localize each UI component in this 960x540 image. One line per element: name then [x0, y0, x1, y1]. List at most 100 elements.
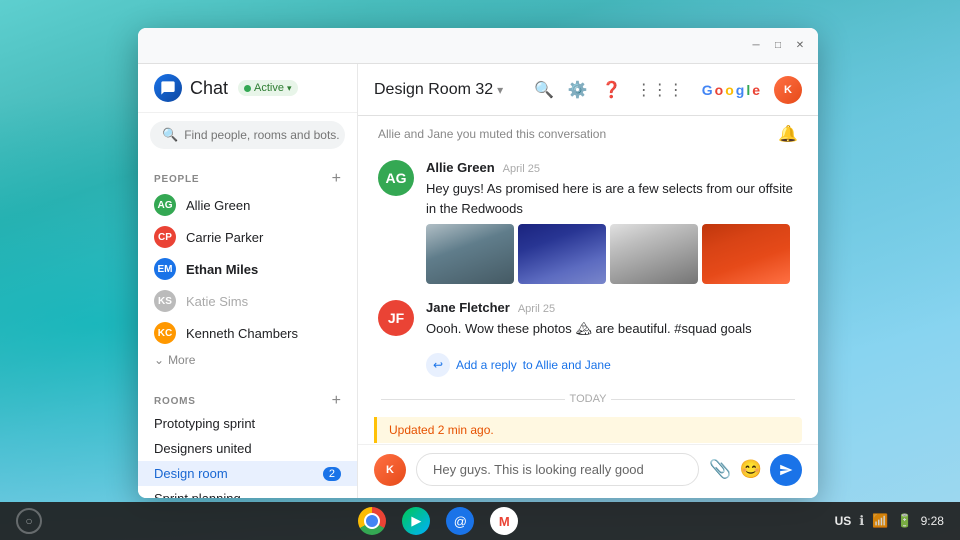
email-icon[interactable]: @	[446, 507, 474, 535]
avatar: JF	[378, 300, 414, 336]
updated-banner: Updated 2 min ago.	[374, 417, 802, 443]
photo-thumb[interactable]	[610, 224, 698, 284]
day-divider: TODAY	[358, 385, 818, 413]
person-name: Ethan Miles	[186, 262, 258, 277]
app-body: Chat Active ▾ 🔍 PEOPLE + AG	[138, 64, 818, 498]
maximize-button[interactable]: □	[772, 40, 784, 52]
input-icons: 📎 😊	[709, 454, 802, 486]
header-icons: 🔍 ⚙️ ❓ ⋮⋮⋮ Google K	[534, 76, 802, 104]
add-person-button[interactable]: +	[332, 171, 341, 187]
gmail-icon[interactable]: M	[490, 507, 518, 535]
search-icon[interactable]: 🔍	[534, 80, 554, 100]
play-store-icon[interactable]: ▶	[402, 507, 430, 535]
emoji-icon[interactable]: 😊	[740, 459, 762, 480]
message-content: Allie Green April 25 Hey guys! As promis…	[426, 160, 798, 284]
chrome-icon[interactable]	[358, 507, 386, 535]
message-header: Jane Fletcher April 25	[426, 300, 798, 315]
person-name: Katie Sims	[186, 294, 248, 309]
minimize-button[interactable]: ─	[750, 40, 762, 52]
window-controls: ─ □ ✕	[750, 40, 806, 52]
avatar: KC	[154, 322, 176, 344]
clock: 9:28	[921, 514, 944, 528]
people-section-header: PEOPLE +	[138, 165, 357, 189]
send-button[interactable]	[770, 454, 802, 486]
grid-icon[interactable]: ⋮⋮⋮	[636, 80, 684, 100]
unread-badge: 2	[323, 467, 341, 481]
message-header: Allie Green April 25	[426, 160, 798, 175]
active-label: Active	[254, 82, 284, 94]
info-icon: ℹ	[859, 513, 864, 529]
room-name: Designers united	[154, 441, 252, 456]
sidebar-item-designers[interactable]: Designers united	[138, 436, 357, 461]
title-bar: ─ □ ✕	[138, 28, 818, 64]
chevron-down-icon: ⌄	[154, 353, 164, 367]
sidebar-item-katie[interactable]: KS Katie Sims	[138, 285, 357, 317]
message-group-jane: JF Jane Fletcher April 25 Oooh. Wow thes…	[358, 292, 818, 347]
people-label: PEOPLE	[154, 174, 199, 185]
sidebar-item-allie[interactable]: AG Allie Green	[138, 189, 357, 221]
taskbar-left: ○	[16, 508, 42, 534]
launcher-button[interactable]: ○	[16, 508, 42, 534]
user-avatar[interactable]: K	[774, 76, 802, 104]
people-section: PEOPLE + AG Allie Green CP Carrie Parker…	[138, 157, 357, 379]
message-group-allie: AG Allie Green April 25 Hey guys! As pro…	[358, 152, 818, 292]
taskbar: ○ ▶ @ M US ℹ 📶 🔋 9:28	[0, 502, 960, 540]
app-window: ─ □ ✕ Chat Active ▾	[138, 28, 818, 498]
reply-label: Add a reply	[456, 358, 517, 372]
reply-to: to Allie and Jane	[523, 358, 611, 372]
muted-notice: Allie and Jane you muted this conversati…	[358, 116, 818, 152]
taskbar-center: ▶ @ M	[358, 507, 518, 535]
country-code: US	[835, 514, 852, 528]
app-title: Chat	[190, 78, 228, 99]
add-room-button[interactable]: +	[332, 393, 341, 409]
settings-icon[interactable]: ⚙️	[568, 80, 588, 100]
input-user-avatar: K	[374, 454, 406, 486]
avatar: KS	[154, 290, 176, 312]
chat-logo	[154, 74, 182, 102]
sidebar-item-prototyping[interactable]: Prototyping sprint	[138, 411, 357, 436]
reply-icon: ↩	[426, 353, 450, 377]
room-name: Sprint planning	[154, 491, 241, 498]
room-title: Design Room 32 ▾	[374, 81, 503, 99]
avatar: CP	[154, 226, 176, 248]
message-text: Oooh. Wow these photos 🏔 are beautiful. …	[426, 319, 798, 339]
sidebar-item-design-room[interactable]: Design room 2	[138, 461, 357, 486]
person-name: Carrie Parker	[186, 230, 263, 245]
active-status: Active ▾	[238, 80, 298, 96]
help-icon[interactable]: ❓	[602, 80, 622, 100]
rooms-section-header: ROOMS +	[138, 387, 357, 411]
search-input[interactable]	[184, 128, 339, 142]
message-input[interactable]	[416, 453, 699, 486]
google-logo: Google	[702, 82, 760, 98]
active-dot	[244, 85, 251, 92]
sidebar-header: Chat Active ▾	[138, 64, 357, 113]
photo-thumb[interactable]	[702, 224, 790, 284]
sidebar-item-ethan[interactable]: EM Ethan Miles	[138, 253, 357, 285]
battery-icon: 🔋	[896, 513, 912, 529]
chevron-down-icon: ▾	[287, 83, 292, 94]
photo-grid	[426, 224, 798, 284]
reply-area: ↩ Add a reply to Allie and Jane	[358, 353, 818, 385]
taskbar-right: US ℹ 📶 🔋 9:28	[835, 513, 944, 529]
sidebar-item-carrie[interactable]: CP Carrie Parker	[138, 221, 357, 253]
chevron-down-icon[interactable]: ▾	[497, 83, 503, 97]
avatar: AG	[378, 160, 414, 196]
chat-header: Design Room 32 ▾ 🔍 ⚙️ ❓ ⋮⋮⋮ Google K	[358, 64, 818, 116]
room-name: Design room	[154, 466, 228, 481]
sidebar-item-sprint[interactable]: Sprint planning	[138, 486, 357, 498]
photo-thumb[interactable]	[426, 224, 514, 284]
input-area: K 📎 😊	[358, 444, 818, 498]
rooms-section: ROOMS + Prototyping sprint Designers uni…	[138, 379, 357, 498]
sidebar: Chat Active ▾ 🔍 PEOPLE + AG	[138, 64, 358, 498]
message-text: Hey guys! As promised here is are a few …	[426, 179, 798, 218]
reply-button[interactable]: ↩ Add a reply to Allie and Jane	[426, 353, 798, 377]
photo-thumb[interactable]	[518, 224, 606, 284]
sidebar-item-kenneth[interactable]: KC Kenneth Chambers	[138, 317, 357, 349]
people-more-link[interactable]: ⌄ More	[138, 349, 357, 371]
close-button[interactable]: ✕	[794, 40, 806, 52]
attachment-icon[interactable]: 📎	[709, 459, 731, 480]
search-icon: 🔍	[162, 127, 178, 143]
room-name: Prototyping sprint	[154, 416, 255, 431]
message-content: Jane Fletcher April 25 Oooh. Wow these p…	[426, 300, 798, 339]
search-bar[interactable]: 🔍	[150, 121, 345, 149]
